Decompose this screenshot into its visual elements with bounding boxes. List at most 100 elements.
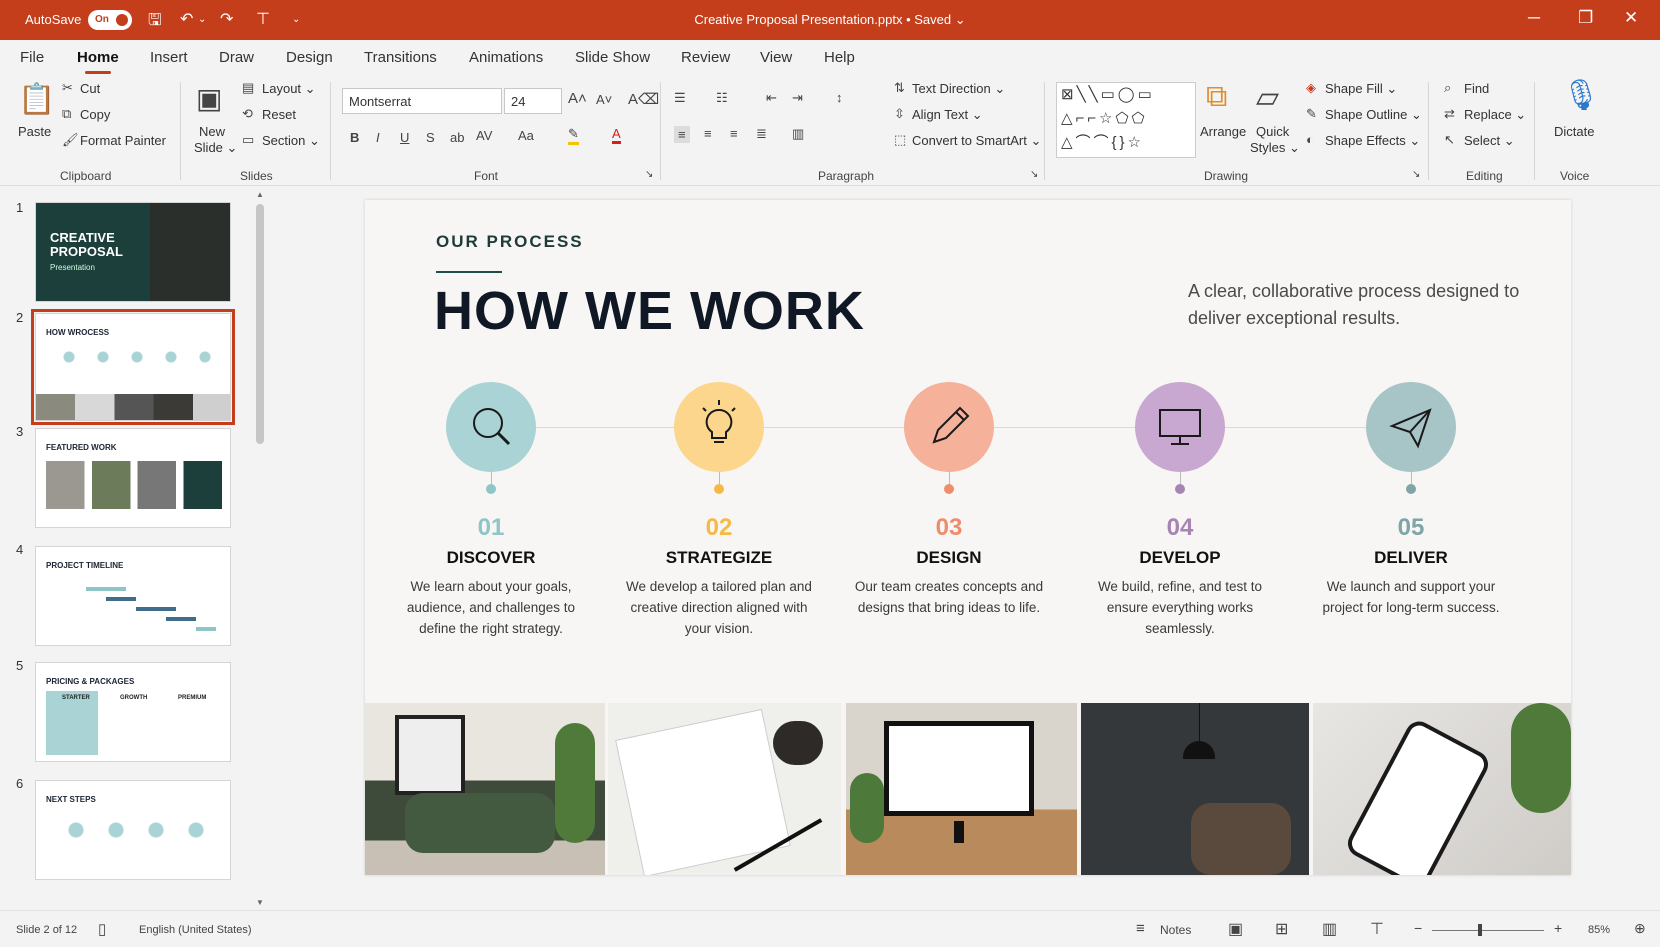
thumbnail-slide-2[interactable]: HOW WROCESS — [31, 309, 235, 425]
microphone-icon[interactable]: 🎙 — [1562, 78, 1600, 113]
align-center-icon[interactable]: ≡ — [704, 126, 712, 141]
zoom-out-icon[interactable]: − — [1414, 920, 1422, 936]
process-step[interactable]: 02 STRATEGIZE We develop a tailored plan… — [599, 382, 839, 639]
process-step[interactable]: 04 DEVELOP We build, refine, and test to… — [1060, 382, 1300, 639]
reset-icon[interactable]: ⟲ — [242, 106, 253, 122]
replace-button[interactable]: Replace ⌄ — [1464, 107, 1526, 123]
layout-button[interactable]: Layout ⌄ — [262, 81, 316, 97]
tab-transitions[interactable]: Transitions — [364, 49, 437, 66]
photo-living-room[interactable] — [365, 703, 605, 875]
process-step[interactable]: 03 DESIGN Our team creates concepts and … — [829, 382, 1069, 618]
tab-slide-show[interactable]: Slide Show — [575, 49, 650, 66]
section-button[interactable]: Section ⌄ — [262, 133, 320, 149]
tab-view[interactable]: View — [760, 49, 792, 66]
arrange-button[interactable]: Arrange — [1200, 124, 1246, 139]
quick-styles-dropdown[interactable]: Styles ⌄ — [1250, 140, 1300, 156]
strikethrough-icon[interactable]: S — [426, 130, 435, 145]
normal-view-icon[interactable]: ▣ — [1228, 919, 1243, 939]
section-icon[interactable]: ▭ — [242, 132, 254, 148]
cut-button[interactable]: Cut — [80, 81, 100, 96]
restore-icon[interactable]: ❐ — [1578, 8, 1593, 28]
font-color-icon[interactable]: A — [612, 126, 621, 144]
layout-icon[interactable]: ▤ — [242, 80, 254, 96]
dialog-launcher-icon[interactable]: ↘ — [1030, 169, 1038, 180]
decrease-indent-icon[interactable]: ⇤ — [766, 90, 777, 106]
tab-design[interactable]: Design — [286, 49, 333, 66]
italic-icon[interactable]: I — [376, 130, 380, 145]
smartart-icon[interactable]: ⬚ — [894, 132, 906, 148]
shape-fill-icon[interactable]: ◈ — [1306, 80, 1316, 96]
new-slide-dropdown[interactable]: Slide ⌄ — [194, 140, 237, 156]
zoom-slider[interactable] — [1432, 930, 1544, 931]
thumbnail-slide-4[interactable]: PROJECT TIMELINE — [35, 546, 231, 646]
justify-icon[interactable]: ≣ — [756, 126, 767, 142]
font-size-select[interactable]: 24 — [504, 88, 562, 114]
shape-effects-button[interactable]: Shape Effects ⌄ — [1325, 133, 1420, 149]
align-text-button[interactable]: Align Text ⌄ — [912, 107, 983, 123]
replace-icon[interactable]: ⇄ — [1444, 106, 1455, 122]
tab-insert[interactable]: Insert — [150, 49, 188, 66]
tab-animations[interactable]: Animations — [469, 49, 543, 66]
slide-canvas[interactable]: OUR PROCESS HOW WE WORK A clear, collabo… — [365, 200, 1571, 875]
arrange-icon[interactable]: ⧉ — [1206, 80, 1227, 114]
align-text-icon[interactable]: ⇳ — [894, 106, 905, 122]
align-left-icon[interactable]: ≡ — [674, 126, 690, 143]
shapes-gallery[interactable]: ⊠╲╲▭◯▭ △⌐⌐☆⬠⬠ △⌒⌒{}☆ — [1056, 82, 1196, 158]
align-right-icon[interactable]: ≡ — [730, 126, 738, 141]
process-step[interactable]: 01 DISCOVER We learn about your goals, a… — [371, 382, 611, 639]
zoom-level[interactable]: 85% — [1588, 924, 1610, 936]
accessibility-icon[interactable]: ▯ — [98, 920, 106, 938]
bullets-icon[interactable]: ☰ — [674, 90, 686, 106]
dialog-launcher-icon[interactable]: ↘ — [645, 169, 653, 180]
columns-icon[interactable]: ▥ — [792, 126, 804, 142]
shadow-icon[interactable]: ab — [450, 130, 464, 145]
fit-slide-icon[interactable]: ⊕ — [1634, 920, 1646, 937]
select-button[interactable]: Select ⌄ — [1464, 133, 1515, 149]
copy-icon[interactable]: ⧉ — [62, 106, 71, 122]
font-family-select[interactable]: Montserrat — [342, 88, 502, 114]
increase-font-icon[interactable]: A˄ — [568, 90, 587, 107]
find-icon[interactable]: ⌕ — [1444, 80, 1451, 96]
select-icon[interactable]: ↖ — [1444, 132, 1455, 148]
reset-button[interactable]: Reset — [262, 107, 296, 122]
shape-effects-icon[interactable]: ◐ — [1306, 132, 1314, 147]
photo-smartphone[interactable] — [1313, 703, 1571, 875]
dialog-launcher-icon[interactable]: ↘ — [1412, 169, 1420, 180]
thumbnail-scrollbar[interactable]: ▲ ▼ — [254, 186, 266, 910]
language-indicator[interactable]: English (United States) — [139, 924, 252, 936]
thumbnail-slide-1[interactable]: CREATIVE PROPOSAL Presentation — [35, 202, 231, 302]
zoom-in-icon[interactable]: + — [1554, 920, 1562, 936]
numbering-icon[interactable]: ☷ — [716, 90, 728, 106]
format-painter-button[interactable]: Format Painter — [80, 133, 166, 148]
tab-file[interactable]: File — [20, 49, 44, 66]
shape-outline-button[interactable]: Shape Outline ⌄ — [1325, 107, 1422, 123]
paste-button[interactable]: Paste — [18, 124, 51, 139]
find-button[interactable]: Find — [1464, 81, 1489, 96]
line-spacing-icon[interactable]: ↕ — [836, 90, 843, 105]
shape-fill-button[interactable]: Shape Fill ⌄ — [1325, 81, 1397, 97]
text-direction-button[interactable]: Text Direction ⌄ — [912, 81, 1005, 97]
tab-help[interactable]: Help — [824, 49, 855, 66]
zoom-slider-thumb[interactable] — [1478, 924, 1482, 936]
copy-button[interactable]: Copy — [80, 107, 110, 122]
highlight-icon[interactable]: ✎ — [568, 126, 579, 145]
photo-sketchbook[interactable] — [608, 703, 841, 875]
slideshow-view-icon[interactable]: ⊤ — [1370, 919, 1384, 939]
shape-outline-icon[interactable]: ✎ — [1306, 106, 1317, 122]
document-title[interactable]: Creative Proposal Presentation.pptx • Sa… — [0, 12, 1660, 28]
thumbnail-slide-6[interactable]: NEXT STEPS — [35, 780, 231, 880]
paste-icon[interactable]: 📋 — [18, 82, 55, 117]
photo-monitor-desk[interactable] — [846, 703, 1077, 875]
new-slide-icon[interactable]: ▣ — [196, 82, 222, 115]
tab-home[interactable]: Home — [77, 49, 119, 74]
minimize-icon[interactable]: ─ — [1528, 8, 1540, 28]
quick-styles-icon[interactable]: ▱ — [1256, 80, 1279, 115]
photo-chair-lamp[interactable] — [1081, 703, 1309, 875]
decrease-font-icon[interactable]: A˅ — [596, 92, 612, 107]
slide-lede[interactable]: A clear, collaborative process designed … — [1188, 278, 1528, 332]
bold-icon[interactable]: B — [350, 130, 359, 145]
slide-headline[interactable]: HOW WE WORK — [434, 280, 865, 342]
cut-icon[interactable]: ✂ — [62, 80, 73, 96]
slide-sorter-icon[interactable]: ⊞ — [1275, 919, 1288, 939]
new-slide-button[interactable]: New — [199, 124, 225, 139]
